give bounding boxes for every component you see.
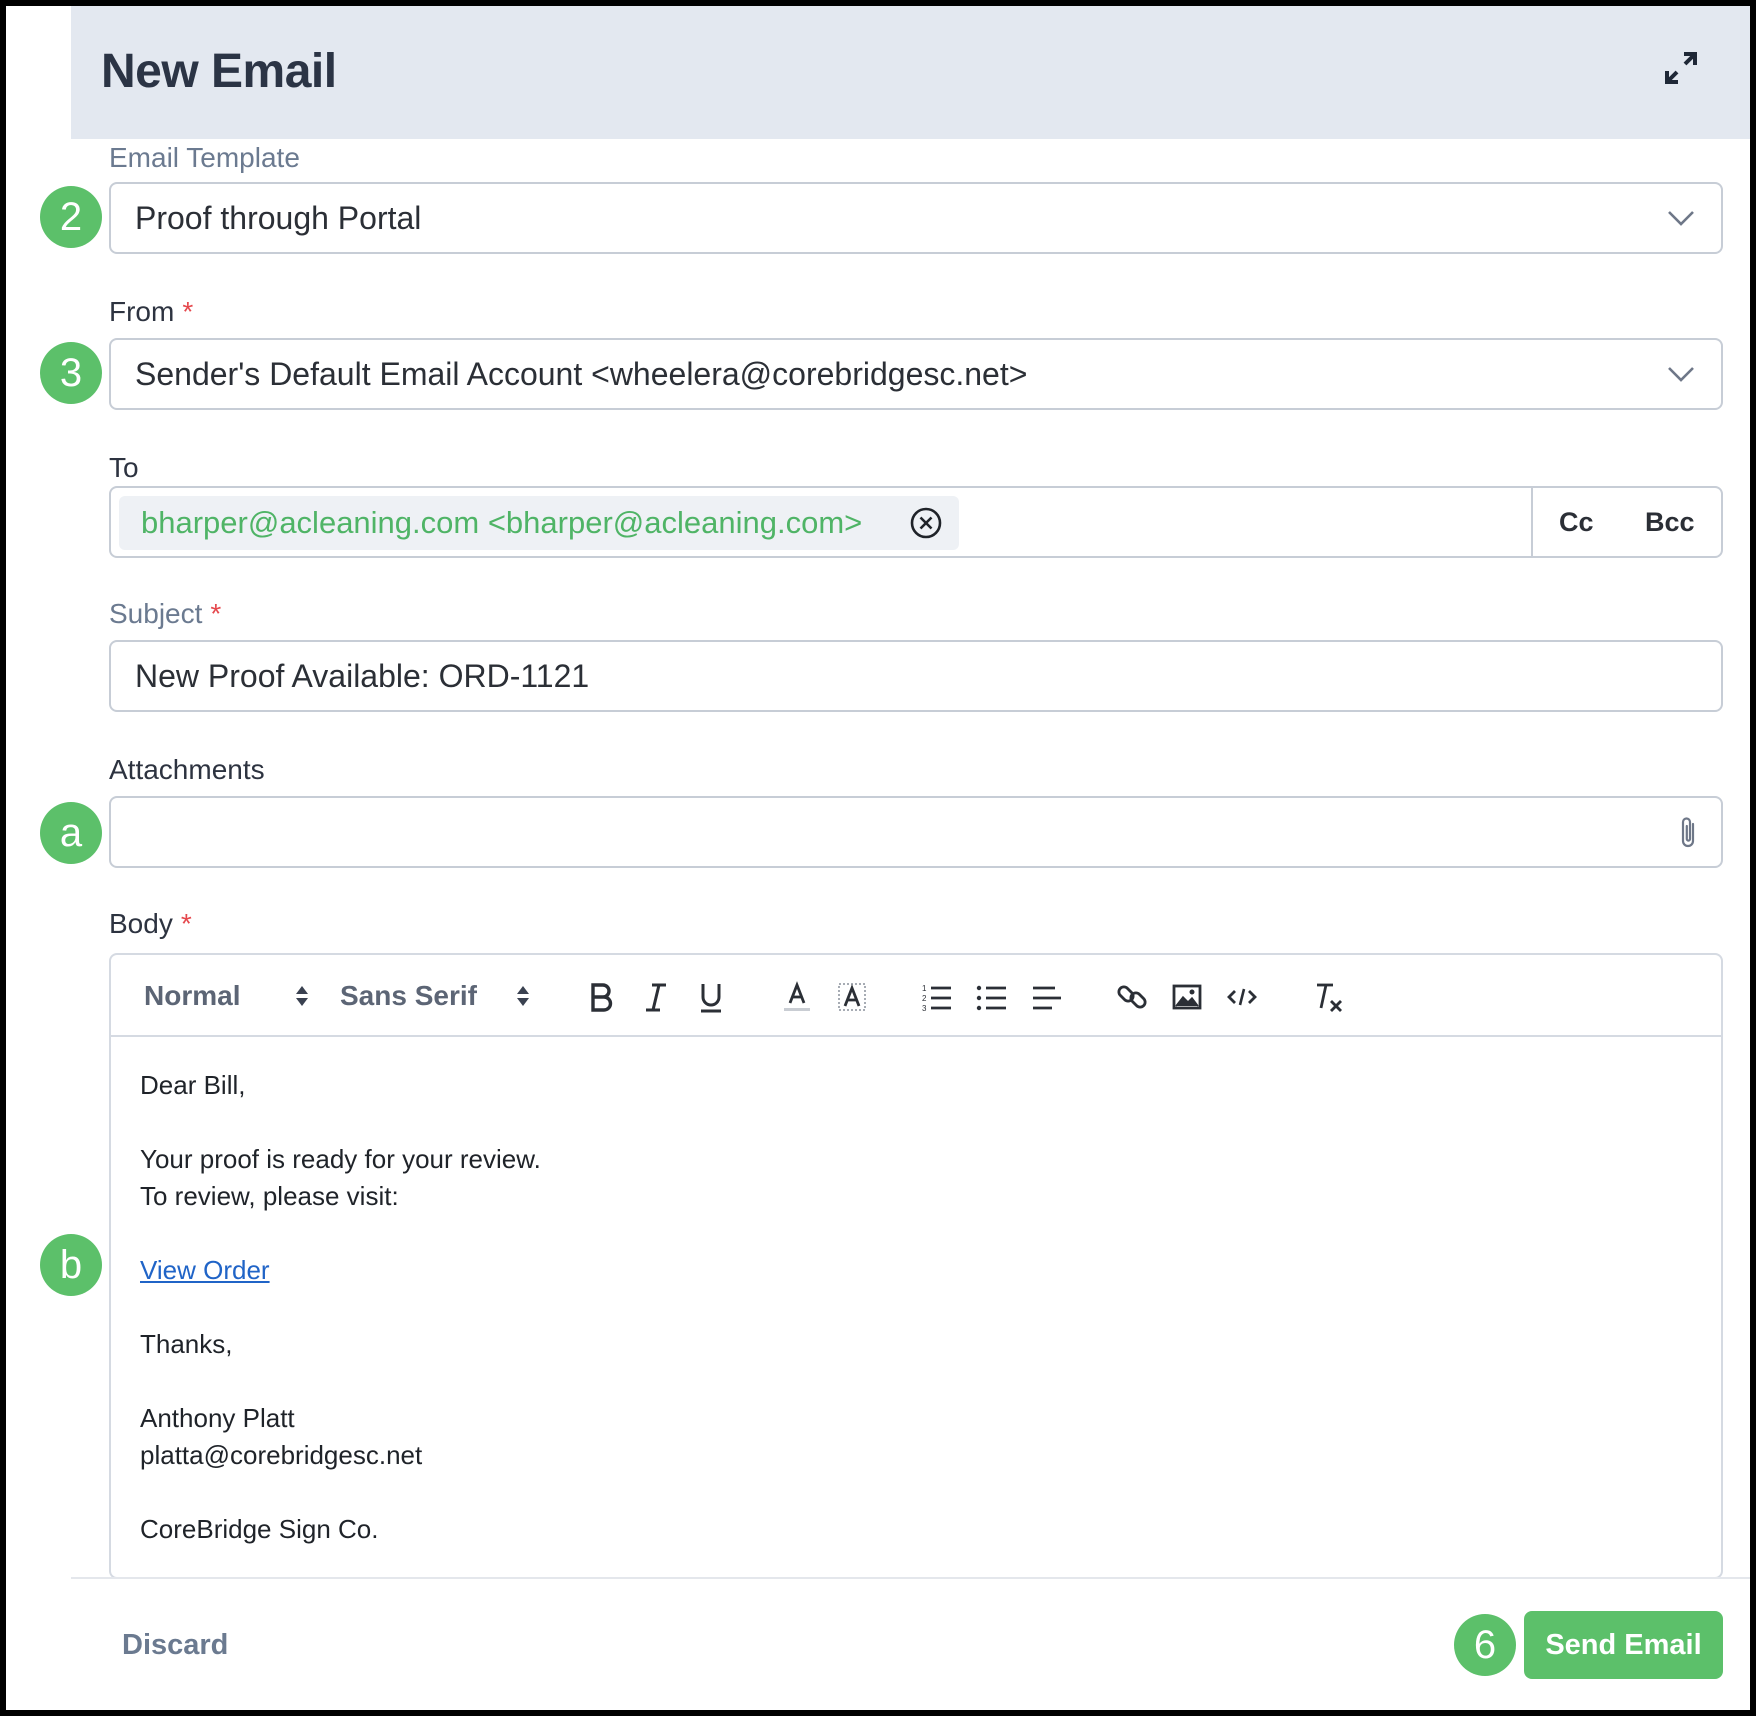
svg-text:1: 1 [922, 984, 927, 993]
svg-text:2: 2 [922, 994, 927, 1003]
bullet-list-icon[interactable] [975, 980, 1009, 1014]
annotation-badge-2: 2 [40, 186, 102, 248]
size-select-arrows-icon [296, 986, 308, 1006]
to-label: To [109, 452, 139, 483]
attachments-label: Attachments [109, 754, 265, 785]
subject-input[interactable]: New Proof Available: ORD-1121 [109, 640, 1723, 712]
font-select-arrows-icon [517, 986, 529, 1006]
body-thanks: Thanks, [140, 1329, 233, 1359]
underline-icon[interactable] [694, 980, 728, 1014]
send-email-button[interactable]: Send Email [1524, 1611, 1723, 1679]
align-left-icon[interactable] [1030, 980, 1064, 1014]
footer-divider [71, 1577, 1750, 1579]
template-select[interactable]: Proof through Portal [109, 182, 1723, 254]
subject-input-value: New Proof Available: ORD-1121 [135, 658, 590, 694]
expand-arrows-icon[interactable] [1661, 48, 1701, 88]
chevron-down-icon [1668, 211, 1694, 226]
from-label: From * [109, 296, 193, 328]
body-content[interactable]: Dear Bill, Your proof is ready for your … [140, 1067, 1701, 1548]
body-label: Body * [109, 908, 192, 940]
from-select[interactable]: Sender's Default Email Account <wheelera… [109, 338, 1723, 410]
body-line-2: To review, please visit: [140, 1181, 399, 1211]
cc-button[interactable]: Cc [1559, 488, 1594, 556]
size-select[interactable]: Normal [144, 955, 240, 1037]
dialog-header: New Email [71, 6, 1750, 139]
view-order-link[interactable]: View Order [140, 1255, 270, 1285]
body-label-text: Body [109, 908, 173, 939]
image-icon[interactable] [1170, 980, 1204, 1014]
template-label: Email Template [109, 142, 300, 173]
signature-company: CoreBridge Sign Co. [140, 1514, 379, 1544]
background-color-icon[interactable] [835, 980, 869, 1014]
subject-label: Subject * [109, 598, 221, 630]
clear-formatting-icon[interactable] [1311, 980, 1345, 1014]
font-select[interactable]: Sans Serif [340, 955, 477, 1037]
italic-icon[interactable] [639, 980, 673, 1014]
annotation-badge-3: 3 [40, 342, 102, 404]
from-select-value: Sender's Default Email Account <wheelera… [135, 356, 1028, 392]
signature-email: platta@corebridgesc.net [140, 1440, 423, 1470]
text-color-icon[interactable] [780, 980, 814, 1014]
required-marker: * [180, 908, 192, 939]
annotation-badge-b: b [40, 1234, 102, 1296]
from-label-text: From [109, 296, 175, 327]
subject-label-text: Subject [109, 598, 203, 629]
code-icon[interactable] [1225, 980, 1259, 1014]
dialog-title: New Email [101, 45, 337, 98]
cc-bcc-group: Cc Bcc [1531, 488, 1721, 556]
annotation-badge-a: a [40, 802, 102, 864]
link-icon[interactable] [1115, 980, 1149, 1014]
recipient-chip: bharper@acleaning.com <bharper@acleaning… [119, 496, 959, 550]
body-editor[interactable]: Normal Sans Serif 1 2 3 Dear Bill, Your … [109, 953, 1723, 1579]
svg-text:3: 3 [922, 1004, 927, 1013]
discard-button[interactable]: Discard [122, 1620, 228, 1670]
template-select-value: Proof through Portal [135, 200, 422, 236]
bold-icon[interactable] [584, 980, 618, 1014]
to-field[interactable]: bharper@acleaning.com <bharper@acleaning… [109, 486, 1723, 558]
body-line-1: Your proof is ready for your review. [140, 1144, 541, 1174]
remove-recipient-icon[interactable] [909, 506, 943, 540]
recipient-chip-label: bharper@acleaning.com <bharper@acleaning… [141, 505, 863, 540]
required-marker: * [182, 296, 194, 327]
new-email-dialog: New Email Email Template 2 Proof through… [6, 6, 1750, 1710]
editor-toolbar: Normal Sans Serif 1 2 3 [111, 955, 1721, 1037]
attachments-input[interactable] [109, 796, 1723, 868]
paperclip-icon[interactable] [1671, 814, 1707, 852]
body-greeting: Dear Bill, [140, 1070, 246, 1100]
annotation-badge-6: 6 [1454, 1614, 1516, 1676]
ordered-list-icon[interactable]: 1 2 3 [920, 980, 954, 1014]
signature-name: Anthony Platt [140, 1403, 295, 1433]
required-marker: * [210, 598, 222, 629]
chevron-down-icon [1668, 367, 1694, 382]
bcc-button[interactable]: Bcc [1645, 488, 1695, 556]
